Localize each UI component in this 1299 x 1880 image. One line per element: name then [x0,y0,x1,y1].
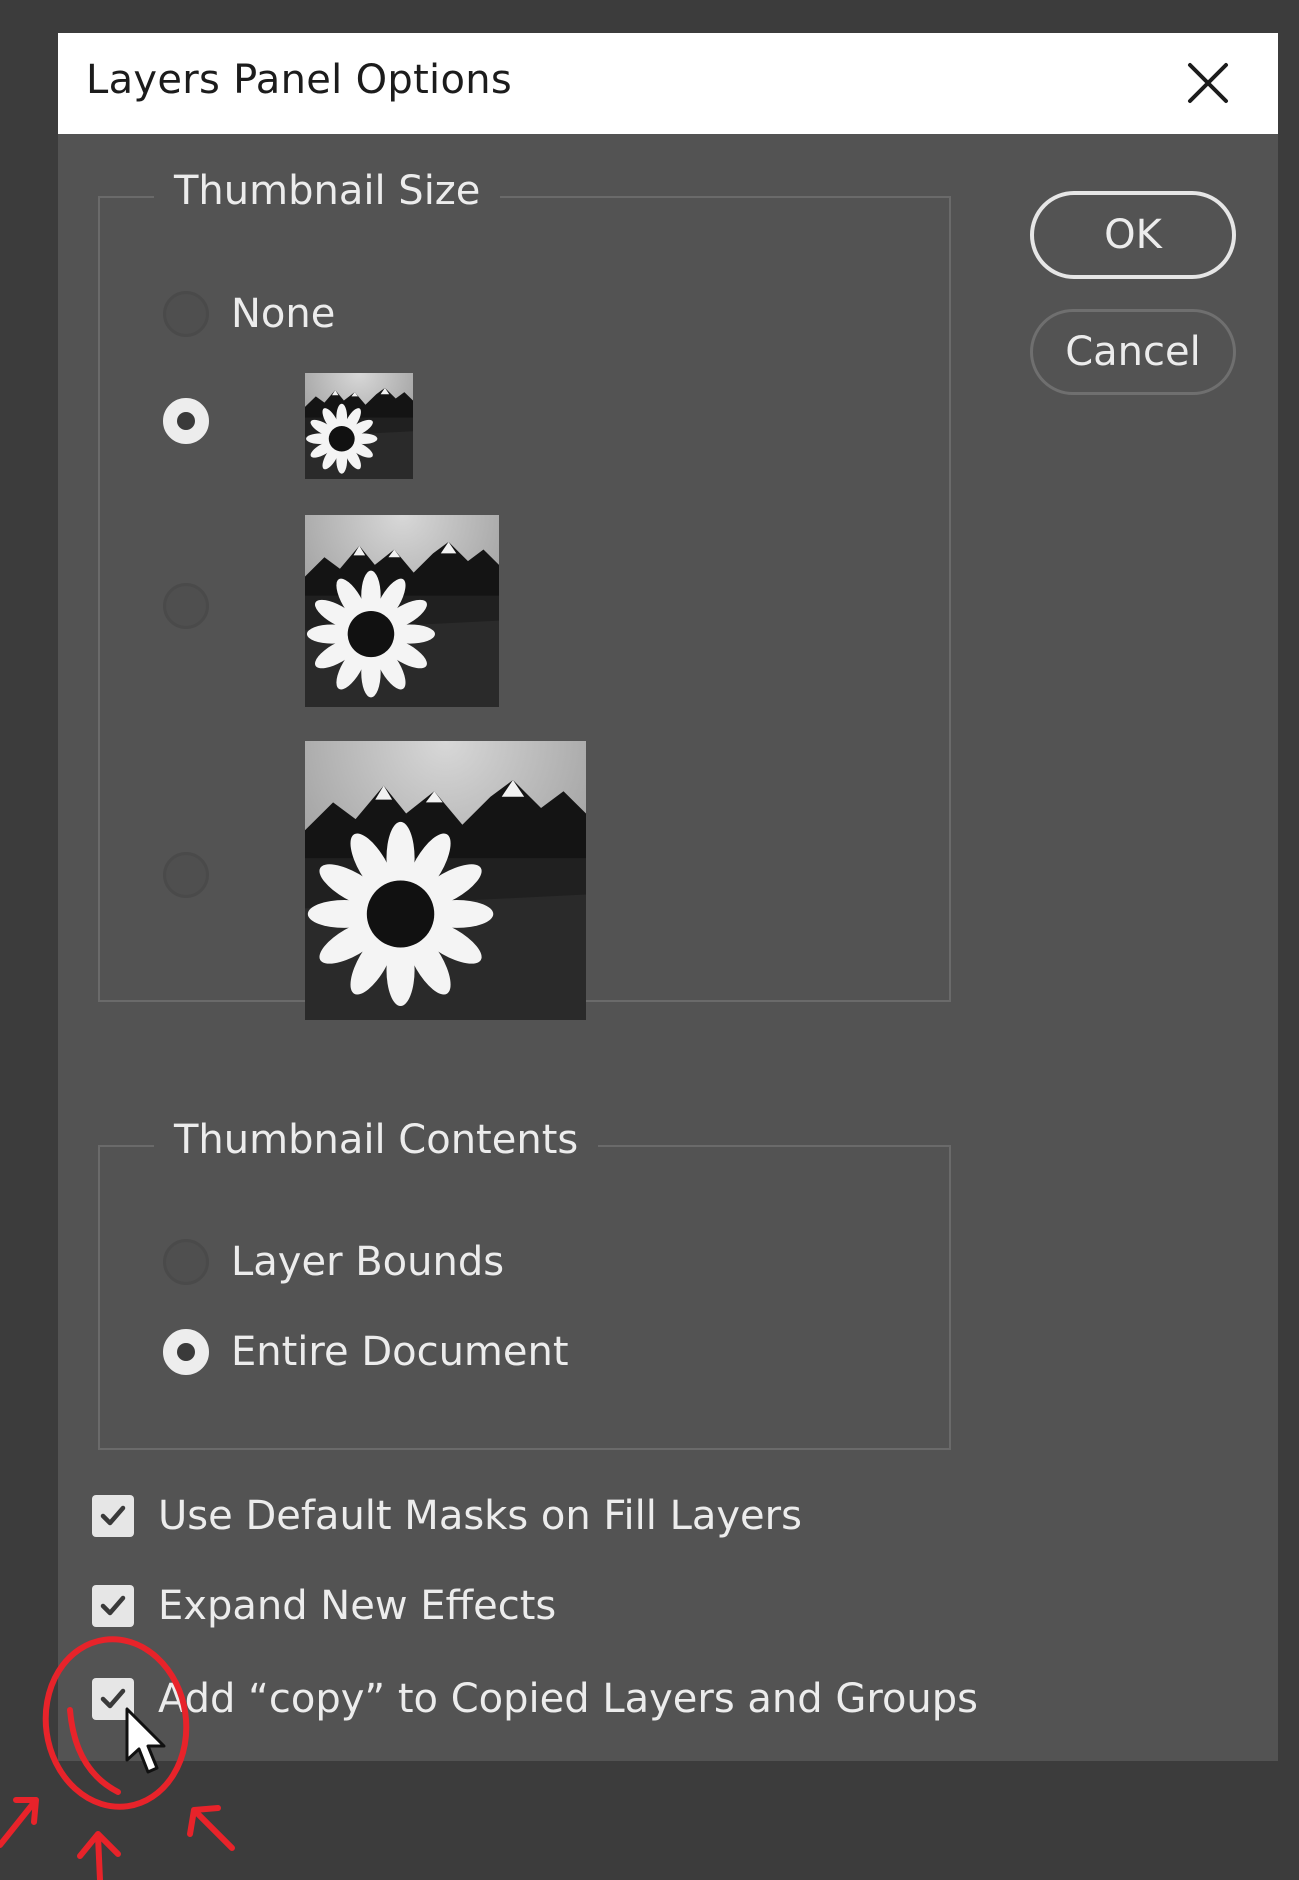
radio-none[interactable] [163,291,209,337]
layer-bounds-option[interactable]: Layer Bounds [163,1239,504,1285]
sunflower-thumbnail-small [305,373,413,479]
expand-new-effects-checkbox[interactable] [92,1585,134,1627]
entire-document-option[interactable]: Entire Document [163,1329,569,1375]
ok-button[interactable]: OK [1030,191,1236,279]
layer-bounds-label: Layer Bounds [231,1239,505,1285]
thumbnail-size-medium-option[interactable] [163,583,209,629]
add-copy-option[interactable]: Add “copy” to Copied Layers and Groups [92,1676,978,1722]
thumbnail-size-group: Thumbnail Size None [98,168,951,1020]
dialog-titlebar: Layers Panel Options [58,33,1278,134]
radio-medium[interactable] [163,583,209,629]
mouse-pointer-icon [125,1707,166,1774]
close-icon[interactable] [1180,55,1236,111]
dialog-title: Layers Panel Options [86,57,513,103]
entire-document-label: Entire Document [231,1329,569,1375]
thumbnail-size-legend: Thumbnail Size [154,168,501,214]
expand-new-effects-label: Expand New Effects [158,1583,557,1629]
radio-small[interactable] [163,398,209,444]
layers-panel-options-dialog: Layers Panel Options Thumbnail Size None [58,33,1278,1761]
thumbnail-size-small-option[interactable] [163,398,209,444]
add-copy-label: Add “copy” to Copied Layers and Groups [158,1676,978,1722]
checkmark-icon [100,1595,126,1616]
cancel-button[interactable]: Cancel [1030,309,1236,395]
sunflower-thumbnail-large [305,741,586,1020]
expand-new-effects-option[interactable]: Expand New Effects [92,1583,556,1629]
thumbnail-contents-legend: Thumbnail Contents [154,1117,599,1163]
checkmark-icon [100,1505,126,1526]
use-default-masks-checkbox[interactable] [92,1495,134,1537]
use-default-masks-option[interactable]: Use Default Masks on Fill Layers [92,1493,802,1539]
radio-entire-document[interactable] [163,1329,209,1375]
thumbnail-size-none-option[interactable]: None [163,291,335,337]
radio-none-label: None [231,291,336,337]
thumbnail-size-large-option[interactable] [163,852,209,898]
radio-layer-bounds[interactable] [163,1239,209,1285]
use-default-masks-label: Use Default Masks on Fill Layers [158,1493,802,1539]
thumbnail-contents-group: Thumbnail Contents Layer Bounds Entire D… [98,1117,951,1450]
sunflower-thumbnail-medium [305,515,499,707]
radio-large[interactable] [163,852,209,898]
